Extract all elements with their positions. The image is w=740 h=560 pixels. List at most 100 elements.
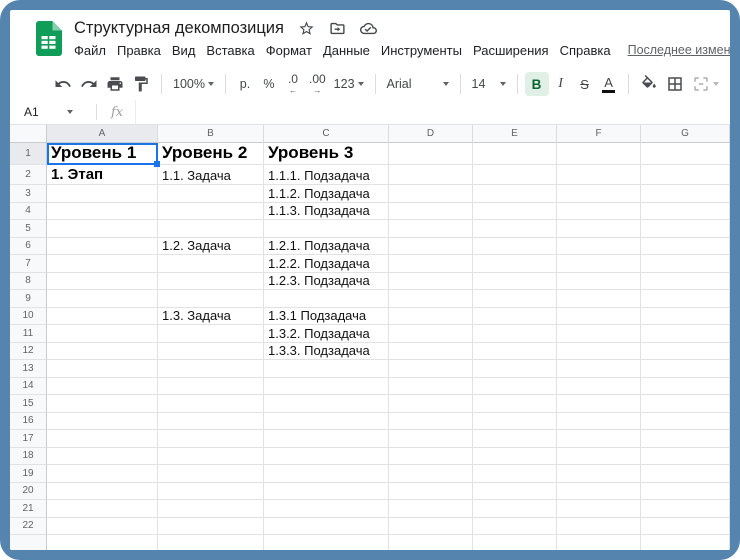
cell-C15[interactable] [264,395,389,413]
cell-A5[interactable] [47,220,158,238]
cell-B15[interactable] [158,395,264,413]
cell-A20[interactable] [47,483,158,501]
menu-item-8[interactable]: Расширения [473,43,549,58]
cell-F3[interactable] [557,185,641,203]
row-header-21[interactable]: 21 [10,500,47,518]
cell-Dx[interactable] [389,535,473,550]
row-header-3[interactable]: 3 [10,185,47,203]
menu-item-1[interactable]: Файл [74,43,106,58]
cell-G10[interactable] [641,308,730,326]
cell-Fx[interactable] [557,535,641,550]
cell-G22[interactable] [641,518,730,536]
cell-E12[interactable] [473,343,557,361]
menu-item-2[interactable]: Правка [117,43,161,58]
font-size-select[interactable]: 14 [468,72,510,96]
row-header-12[interactable]: 12 [10,343,47,361]
cell-G7[interactable] [641,255,730,273]
row-header-19[interactable]: 19 [10,465,47,483]
redo-button[interactable] [76,72,102,96]
select-all-corner[interactable] [10,125,47,143]
print-button[interactable] [102,72,128,96]
cell-Ex[interactable] [473,535,557,550]
cell-F14[interactable] [557,378,641,396]
cell-F13[interactable] [557,360,641,378]
zoom-select[interactable]: 100% [169,72,218,96]
cell-D5[interactable] [389,220,473,238]
cell-E21[interactable] [473,500,557,518]
strikethrough-button[interactable]: S [573,72,597,96]
undo-button[interactable] [50,72,76,96]
cell-F1[interactable] [557,143,641,165]
cell-F8[interactable] [557,273,641,291]
cell-C12[interactable]: 1.3.3. Подзадача [264,343,389,361]
row-header-17[interactable]: 17 [10,430,47,448]
cell-Ax[interactable] [47,535,158,550]
cell-E11[interactable] [473,325,557,343]
cell-G4[interactable] [641,203,730,221]
cell-D3[interactable] [389,185,473,203]
cell-B21[interactable] [158,500,264,518]
text-color-button[interactable]: A [597,72,621,96]
cell-E7[interactable] [473,255,557,273]
cell-F12[interactable] [557,343,641,361]
currency-format-button[interactable]: р. [233,72,257,96]
cell-B7[interactable] [158,255,264,273]
cell-G21[interactable] [641,500,730,518]
row-header-22[interactable]: 22 [10,518,47,536]
row-header-8[interactable]: 8 [10,273,47,291]
cell-B3[interactable] [158,185,264,203]
row-header-15[interactable]: 15 [10,395,47,413]
row-header-6[interactable]: 6 [10,238,47,256]
cell-F15[interactable] [557,395,641,413]
cell-F4[interactable] [557,203,641,221]
cell-A17[interactable] [47,430,158,448]
font-select[interactable]: Arial [383,72,453,96]
row-header-9[interactable]: 9 [10,290,47,308]
row-header-20[interactable]: 20 [10,483,47,501]
cell-A2[interactable]: 1. Этап [47,165,158,185]
cell-B17[interactable] [158,430,264,448]
cell-G18[interactable] [641,448,730,466]
cell-F5[interactable] [557,220,641,238]
cell-C2[interactable]: 1.1.1. Подзадача [264,165,389,185]
cell-F2[interactable] [557,165,641,185]
cell-A4[interactable] [47,203,158,221]
cell-F16[interactable] [557,413,641,431]
cell-G16[interactable] [641,413,730,431]
column-header-F[interactable]: F [557,125,641,143]
cell-A11[interactable] [47,325,158,343]
cell-C9[interactable] [264,290,389,308]
number-format-menu[interactable]: 123 [330,72,368,96]
cell-C14[interactable] [264,378,389,396]
row-header-11[interactable]: 11 [10,325,47,343]
merge-cells-button[interactable] [688,72,723,96]
cell-G12[interactable] [641,343,730,361]
cell-G15[interactable] [641,395,730,413]
cell-C8[interactable]: 1.2.3. Подзадача [264,273,389,291]
formula-input[interactable] [135,100,730,124]
cell-E10[interactable] [473,308,557,326]
cell-F20[interactable] [557,483,641,501]
cell-A8[interactable] [47,273,158,291]
cell-E14[interactable] [473,378,557,396]
cell-B4[interactable] [158,203,264,221]
row-header-5[interactable]: 5 [10,220,47,238]
column-header-A[interactable]: A [47,125,158,143]
cell-D1[interactable] [389,143,473,165]
row-header-14[interactable]: 14 [10,378,47,396]
cell-B20[interactable] [158,483,264,501]
cell-C1[interactable]: Уровень 3 [264,143,389,165]
cell-D21[interactable] [389,500,473,518]
row-header-7[interactable]: 7 [10,255,47,273]
move-folder-icon[interactable] [329,20,346,37]
cell-D22[interactable] [389,518,473,536]
cell-A15[interactable] [47,395,158,413]
cell-E15[interactable] [473,395,557,413]
cell-B13[interactable] [158,360,264,378]
cell-E13[interactable] [473,360,557,378]
cell-D17[interactable] [389,430,473,448]
cell-D9[interactable] [389,290,473,308]
cell-D11[interactable] [389,325,473,343]
cell-G11[interactable] [641,325,730,343]
cell-A14[interactable] [47,378,158,396]
